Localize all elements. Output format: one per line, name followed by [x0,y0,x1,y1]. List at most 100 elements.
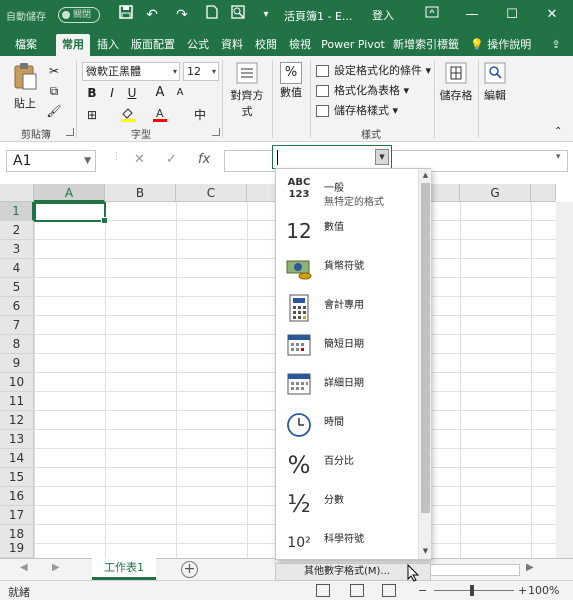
close-icon[interactable]: ✕ [532,0,572,30]
print-preview-icon[interactable] [228,5,248,25]
scroll-right-icon[interactable]: ▶ [526,562,534,573]
tab-insert[interactable]: 插入 [92,34,124,56]
phonetic-guide-icon[interactable]: 中 [190,106,210,124]
cells-button[interactable]: 儲存格 [438,62,474,103]
row-header[interactable]: 12 [0,411,34,430]
tab-page-layout[interactable]: 版面配置 [126,34,180,56]
format-general[interactable]: ABC 123 一般 無特定的格式 [276,173,418,212]
number-format-combo[interactable]: ▼ [272,145,392,169]
editing-button[interactable]: 編輯 [482,62,508,103]
page-break-view-icon[interactable] [382,584,396,597]
row-header[interactable]: 14 [0,449,34,468]
signin-link[interactable]: 登入 [372,7,394,23]
format-accounting[interactable]: 會計專用 [276,290,418,329]
format-long-date[interactable]: 詳細日期 [276,368,418,407]
font-name-select[interactable]: 微軟正黑體 ▾ [82,62,180,81]
active-cell[interactable] [34,202,108,224]
sheet-prev-icon[interactable]: ◀ [20,562,28,573]
row-header[interactable]: 2 [0,221,34,240]
page-layout-view-icon[interactable] [350,584,364,597]
cut-icon[interactable]: ✂ [44,62,64,80]
add-sheet-button[interactable]: + [181,561,198,578]
cell-styles-button[interactable]: 儲存格樣式 ▾ [316,102,398,120]
column-header[interactable]: C [176,184,247,202]
scroll-up-icon[interactable]: ▲ [419,169,432,181]
undo-icon[interactable]: ↶ [142,5,162,25]
tab-view[interactable]: 檢視 [284,34,316,56]
chevron-down-icon[interactable]: ▼ [375,149,389,165]
row-header[interactable]: 16 [0,487,34,506]
format-as-table-button[interactable]: 格式化為表格 ▾ [316,82,409,100]
paste-button[interactable]: 貼上 [8,62,42,111]
row-header[interactable]: 5 [0,278,34,297]
maximize-icon[interactable]: ☐ [492,0,532,30]
font-size-select[interactable]: 12 ▾ [183,62,219,81]
format-short-date[interactable]: 簡短日期 [276,329,418,368]
ribbon-display-icon[interactable] [412,0,452,30]
format-currency[interactable]: 貨幣符號 [276,251,418,290]
row-header[interactable]: 13 [0,430,34,449]
row-header[interactable]: 7 [0,316,34,335]
collapse-ribbon-icon[interactable]: ⌃ [554,126,562,137]
format-percentage[interactable]: % 百分比 [276,446,418,485]
row-header[interactable]: 15 [0,468,34,487]
row-header[interactable]: 9 [0,354,34,373]
zoom-in-button[interactable]: + [518,584,527,597]
row-header[interactable]: 19 [0,539,34,558]
shrink-font-button[interactable]: A [170,84,190,102]
sheet-next-icon[interactable]: ▶ [52,562,60,573]
zoom-slider[interactable] [434,590,514,591]
tab-power-pivot[interactable]: Power Pivot [320,34,386,56]
tab-review[interactable]: 校閱 [250,34,282,56]
row-header[interactable]: 17 [0,506,34,525]
row-header[interactable]: 6 [0,297,34,316]
zoom-out-button[interactable]: − [418,584,427,597]
fill-color-icon[interactable] [118,106,138,124]
column-header[interactable]: G [460,184,531,202]
row-header[interactable]: 1 [0,202,34,221]
border-icon[interactable]: ⊞ [82,106,102,124]
tab-home[interactable]: 常用 [56,34,90,56]
row-header[interactable]: 10 [0,373,34,392]
insert-function-icon[interactable]: fx [198,152,210,167]
name-box[interactable]: A1 ▼ [6,150,96,172]
zoom-slider-thumb[interactable] [470,585,474,596]
column-header-partial[interactable] [531,184,556,202]
row-header[interactable]: 8 [0,335,34,354]
format-number[interactable]: 12 數值 [276,212,418,251]
italic-button[interactable]: I [102,84,122,102]
customize-qat-icon[interactable]: ▾ [256,5,276,25]
format-painter-icon[interactable]: 🖌 [44,102,64,120]
tell-me-search[interactable]: 💡 操作說明 [470,34,534,56]
horizontal-scrollbar[interactable] [424,564,520,576]
sheet-tab[interactable]: 工作表1 [92,558,156,580]
vertical-scrollbar[interactable] [556,202,573,558]
format-time[interactable]: 時間 [276,407,418,446]
enter-icon[interactable]: ✓ [166,152,177,167]
redo-icon[interactable]: ↷ [172,5,192,25]
format-fraction[interactable]: ½ 分數 [276,485,418,524]
minimize-icon[interactable]: — [452,0,492,30]
new-doc-icon[interactable] [202,5,222,25]
underline-button[interactable]: U [122,84,142,102]
row-header[interactable]: 4 [0,259,34,278]
format-scientific[interactable]: 10² 科學符號 [276,524,418,563]
conditional-formatting-button[interactable]: 設定格式化的條件 ▾ [316,62,431,80]
row-header[interactable]: 11 [0,392,34,411]
font-launcher-icon[interactable] [212,128,220,136]
tab-file[interactable]: 檔案 [8,34,44,56]
dropdown-scrollbar[interactable]: ▲ ▼ [418,169,431,559]
row-header[interactable]: 3 [0,240,34,259]
bold-button[interactable]: B [82,84,102,102]
column-header[interactable]: A [34,184,105,202]
tab-formulas[interactable]: 公式 [182,34,214,56]
tab-data[interactable]: 資料 [216,34,248,56]
font-color-icon[interactable]: A [150,106,170,124]
share-icon[interactable]: ⇪ [546,34,566,56]
select-all-corner[interactable] [0,184,34,202]
number-format-button[interactable]: % 數值 [276,62,306,100]
autosave-toggle[interactable]: 關閉 [58,7,100,23]
grow-font-button[interactable]: A [150,84,170,102]
scroll-down-icon[interactable]: ▼ [419,545,432,557]
normal-view-icon[interactable] [316,584,330,597]
